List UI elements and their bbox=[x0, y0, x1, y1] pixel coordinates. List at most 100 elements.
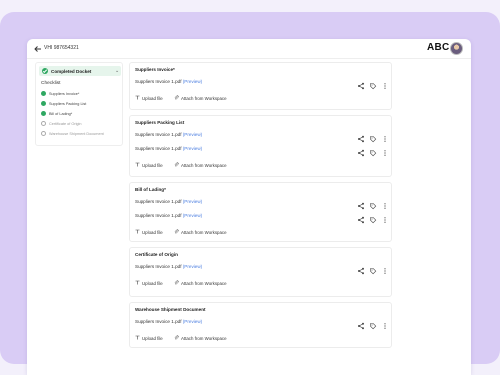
checklist-item[interactable]: Suppliers Invoice* bbox=[41, 90, 121, 97]
attach-workspace-label: Attach from Workspace bbox=[181, 95, 227, 101]
card-title: Bill of Lading* bbox=[135, 187, 166, 192]
share-icon[interactable] bbox=[357, 77, 365, 90]
document-card: Warehouse Shipment Document Suppliers Inv… bbox=[129, 302, 392, 348]
checklist-item[interactable]: Warehouse Shipment Document bbox=[41, 130, 121, 137]
file-name[interactable]: Suppliers Invoice 1.pdf (Preview) bbox=[135, 199, 202, 204]
upload-file-label: Upload file bbox=[142, 95, 163, 101]
upload-file-label: Upload file bbox=[142, 335, 163, 341]
back-arrow-icon[interactable] bbox=[33, 44, 43, 54]
kebab-menu-icon[interactable] bbox=[381, 317, 389, 329]
checklist-item-label: Suppliers Packing List bbox=[49, 101, 87, 106]
paperclip-icon bbox=[174, 280, 179, 285]
tag-icon[interactable] bbox=[369, 262, 377, 275]
kebab-menu-icon[interactable] bbox=[381, 211, 389, 223]
tag-icon[interactable] bbox=[369, 77, 377, 90]
docket-id: VHI 987654321 bbox=[44, 45, 79, 51]
tag-icon[interactable] bbox=[369, 197, 377, 210]
check-circle-icon bbox=[41, 101, 46, 106]
tag-icon[interactable] bbox=[369, 144, 377, 157]
app-window: VHI 987654321 ABC Completed Docket ⌄ Che… bbox=[27, 39, 471, 375]
preview-link[interactable]: (Preview) bbox=[183, 264, 202, 269]
file-name-text: Suppliers Invoice 1.pdf bbox=[135, 263, 183, 269]
document-card: Suppliers Packing List Suppliers Invoice … bbox=[129, 115, 392, 177]
tag-icon[interactable] bbox=[369, 317, 377, 330]
kebab-menu-icon[interactable] bbox=[381, 262, 389, 274]
preview-link[interactable]: (Preview) bbox=[183, 79, 202, 84]
file-row: Suppliers Invoice 1.pdf (Preview) bbox=[135, 144, 389, 157]
preview-link[interactable]: (Preview) bbox=[183, 132, 202, 137]
checklist-item-label: Certificate of Origin bbox=[49, 121, 82, 126]
share-icon[interactable] bbox=[357, 317, 365, 330]
file-name-text: Suppliers Invoice 1.pdf bbox=[135, 78, 183, 84]
upload-file-label: Upload file bbox=[142, 162, 163, 168]
checklist-item[interactable]: Certificate of Origin bbox=[41, 120, 121, 127]
attach-workspace-label: Attach from Workspace bbox=[181, 280, 227, 286]
file-name-text: Suppliers Invoice 1.pdf bbox=[135, 318, 183, 324]
card-title: Warehouse Shipment Document bbox=[135, 307, 206, 312]
file-row: Suppliers Invoice 1.pdf (Preview) bbox=[135, 197, 389, 210]
file-name-text: Suppliers Invoice 1.pdf bbox=[135, 212, 183, 218]
checklist-title: Checklist bbox=[41, 81, 61, 86]
checklist-sidebar: Completed Docket ⌄ Checklist Suppliers I… bbox=[35, 62, 123, 146]
preview-link[interactable]: (Preview) bbox=[183, 213, 202, 218]
card-actions: Upload file Attach from Workspace bbox=[135, 279, 335, 287]
upload-file-label: Upload file bbox=[142, 229, 163, 235]
user-avatar[interactable] bbox=[450, 42, 463, 55]
share-icon[interactable] bbox=[357, 144, 365, 157]
check-circle-icon bbox=[41, 91, 46, 96]
file-name[interactable]: Suppliers Invoice 1.pdf (Preview) bbox=[135, 319, 202, 324]
checklist-item[interactable]: Bill of Lading* bbox=[41, 110, 121, 117]
share-icon[interactable] bbox=[357, 197, 365, 210]
attach-workspace-label: Attach from Workspace bbox=[181, 229, 227, 235]
card-actions: Upload file Attach from Workspace bbox=[135, 228, 335, 236]
empty-circle-icon bbox=[41, 121, 46, 126]
card-title: Certificate of Origin bbox=[135, 252, 178, 257]
top-bar: VHI 987654321 ABC bbox=[27, 39, 471, 59]
check-circle-icon bbox=[41, 111, 46, 116]
file-name[interactable]: Suppliers Invoice 1.pdf (Preview) bbox=[135, 264, 202, 269]
upload-file-label: Upload file bbox=[142, 280, 163, 286]
file-name[interactable]: Suppliers Invoice 1.pdf (Preview) bbox=[135, 146, 202, 151]
card-actions: Upload file Attach from Workspace bbox=[135, 334, 335, 342]
upload-icon bbox=[135, 335, 140, 340]
preview-link[interactable]: (Preview) bbox=[183, 146, 202, 151]
file-row: Suppliers Invoice 1.pdf (Preview) bbox=[135, 130, 389, 143]
checklist-item[interactable]: Suppliers Packing List bbox=[41, 100, 121, 107]
file-row: Suppliers Invoice 1.pdf (Preview) bbox=[135, 262, 389, 275]
file-name[interactable]: Suppliers Invoice 1.pdf (Preview) bbox=[135, 213, 202, 218]
share-icon[interactable] bbox=[357, 130, 365, 143]
attach-workspace-label: Attach from Workspace bbox=[181, 162, 227, 168]
kebab-menu-icon[interactable] bbox=[381, 144, 389, 156]
upload-icon bbox=[135, 95, 140, 100]
kebab-menu-icon[interactable] bbox=[381, 197, 389, 209]
file-name[interactable]: Suppliers Invoice 1.pdf (Preview) bbox=[135, 132, 202, 137]
upload-icon bbox=[135, 280, 140, 285]
document-card: Certificate of Origin Suppliers Invoice 1… bbox=[129, 247, 392, 297]
empty-circle-icon bbox=[41, 131, 46, 136]
file-name-text: Suppliers Invoice 1.pdf bbox=[135, 198, 183, 204]
document-card: Bill of Lading* Suppliers Invoice 1.pdf (… bbox=[129, 182, 392, 242]
card-title: Suppliers Packing List bbox=[135, 120, 185, 125]
status-dropdown[interactable]: Completed Docket ⌄ bbox=[39, 66, 121, 76]
status-label: Completed Docket bbox=[51, 68, 92, 74]
share-icon[interactable] bbox=[357, 211, 365, 224]
file-name-text: Suppliers Invoice 1.pdf bbox=[135, 131, 183, 137]
file-row: Suppliers Invoice 1.pdf (Preview) bbox=[135, 317, 389, 330]
checklist-item-label: Suppliers Invoice* bbox=[49, 91, 80, 96]
tag-icon[interactable] bbox=[369, 130, 377, 143]
file-name[interactable]: Suppliers Invoice 1.pdf (Preview) bbox=[135, 79, 202, 84]
attach-workspace-label: Attach from Workspace bbox=[181, 335, 227, 341]
share-icon[interactable] bbox=[357, 262, 365, 275]
checklist-item-label: Bill of Lading* bbox=[49, 111, 73, 116]
upload-icon bbox=[135, 229, 140, 234]
checklist-item-label: Warehouse Shipment Document bbox=[49, 131, 104, 136]
brand-logo: ABC bbox=[427, 42, 450, 53]
card-actions: Upload file Attach from Workspace bbox=[135, 161, 335, 169]
kebab-menu-icon[interactable] bbox=[381, 130, 389, 142]
preview-link[interactable]: (Preview) bbox=[183, 319, 202, 324]
tag-icon[interactable] bbox=[369, 211, 377, 224]
paperclip-icon bbox=[174, 162, 179, 167]
preview-link[interactable]: (Preview) bbox=[183, 199, 202, 204]
card-actions: Upload file Attach from Workspace bbox=[135, 94, 335, 102]
kebab-menu-icon[interactable] bbox=[381, 77, 389, 89]
